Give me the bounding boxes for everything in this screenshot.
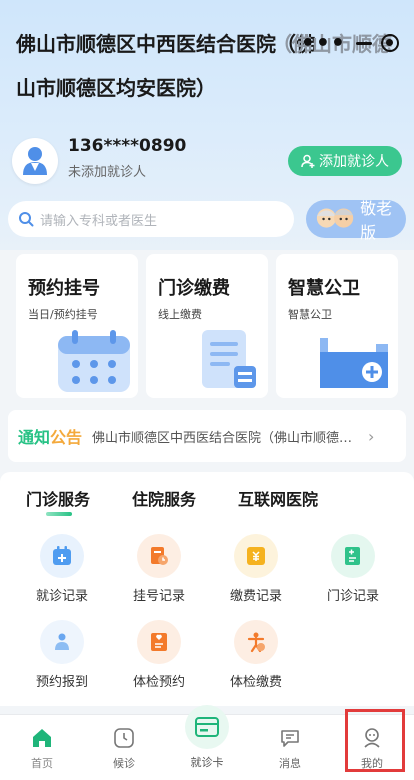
user-avatar-icon [23, 147, 47, 175]
nav-messages[interactable]: 消息 [260, 725, 320, 771]
nav-home[interactable]: 首页 [12, 725, 72, 771]
search-icon [19, 212, 34, 227]
service-exam-payment[interactable]: 体检缴费 [211, 620, 301, 690]
service-payment-records[interactable]: 缴费记录 [211, 534, 301, 604]
calendar-record-icon [40, 534, 84, 578]
public-health-title: 智慧公卫 [288, 278, 360, 299]
service-label: 挂号记录 [132, 589, 185, 604]
checkin-icon [40, 620, 84, 664]
user-phone: 136****0890 [68, 136, 187, 156]
appointment-card[interactable]: 预约挂号 当日/预约挂号 [16, 254, 138, 398]
search-placeholder: 请输入专科或者医生 [40, 213, 158, 229]
nav-medical-card[interactable]: 就诊卡 [180, 705, 234, 770]
more-icon[interactable]: ••• [301, 31, 346, 56]
message-icon [260, 725, 320, 751]
home-icon [12, 725, 72, 751]
nav-queue[interactable]: 候诊 [94, 725, 154, 771]
exam-booking-icon [137, 620, 181, 664]
nav-queue-label: 候诊 [113, 757, 135, 770]
patient-status: 未添加就诊人 [68, 165, 147, 180]
service-label: 门诊记录 [326, 589, 379, 604]
nav-messages-label: 消息 [279, 757, 301, 770]
elder-mode-label: 敬老版 [360, 199, 393, 242]
outpatient-payment-title: 门诊缴费 [158, 278, 230, 299]
tab-outpatient-services[interactable]: 门诊服务 [26, 486, 90, 510]
service-visit-records[interactable]: 就诊记录 [17, 534, 107, 604]
add-person-icon [301, 154, 315, 168]
notice-bar[interactable]: 通知公告 佛山市顺德区中西医结合医院（佛山市顺德区均安医院） › [8, 410, 406, 462]
outpatient-payment-subtitle: 线上缴费 [158, 308, 202, 321]
calendar-icon [58, 330, 130, 392]
public-health-subtitle: 智慧公卫 [288, 308, 332, 321]
add-patient-button[interactable]: 添加就诊人 [288, 146, 402, 176]
highlight-box [345, 709, 405, 772]
services-panel: 门诊服务 住院服务 互联网医院 就诊记录 挂号记录 缴费记录 门诊记录 预约报到 [0, 472, 414, 706]
service-clinic-records[interactable]: 门诊记录 [308, 534, 398, 604]
service-label: 体检预约 [132, 675, 185, 690]
nav-medical-card-label: 就诊卡 [190, 756, 224, 769]
bill-icon [202, 330, 256, 388]
notice-text: 佛山市顺德区中西医结合医院（佛山市顺德区均安医院） [92, 430, 360, 446]
service-label: 缴费记录 [229, 589, 282, 604]
notice-tag-part-1: 通知 [18, 428, 51, 447]
notice-tag-part-2: 公告 [50, 428, 83, 447]
service-register-records[interactable]: 挂号记录 [114, 534, 204, 604]
outpatient-payment-card[interactable]: 门诊缴费 线上缴费 [146, 254, 268, 398]
public-health-card[interactable]: 智慧公卫 智慧公卫 [276, 254, 398, 398]
nav-home-label: 首页 [31, 757, 53, 770]
appointment-subtitle: 当日/预约挂号 [28, 308, 98, 321]
mini-program-capsule: ••• [296, 28, 404, 58]
service-label: 就诊记录 [35, 589, 88, 604]
elderly-couple-icon [316, 208, 354, 228]
add-patient-label: 添加就诊人 [319, 154, 389, 170]
close-target-icon[interactable] [381, 34, 400, 52]
clinic-record-icon [331, 534, 375, 578]
folder-icon [320, 332, 388, 388]
tab-internet-hospital[interactable]: 互联网医院 [238, 486, 318, 510]
appointment-title: 预约挂号 [28, 278, 100, 299]
minimize-icon[interactable] [355, 41, 372, 45]
active-tab-indicator [46, 512, 72, 516]
exam-payment-icon [234, 620, 278, 664]
chevron-right-icon: › [368, 426, 375, 446]
search-input[interactable]: 请输入专科或者医生 [8, 201, 294, 237]
clock-icon [94, 725, 154, 751]
service-label: 体检缴费 [229, 675, 282, 690]
service-exam-booking[interactable]: 体检预约 [114, 620, 204, 690]
medical-card-icon [185, 705, 229, 749]
notice-tag: 通知公告 [18, 424, 82, 448]
tab-inpatient-services[interactable]: 住院服务 [132, 486, 196, 510]
service-label: 预约报到 [35, 675, 88, 690]
service-check-in[interactable]: 预约报到 [17, 620, 107, 690]
elder-mode-button[interactable]: 敬老版 [306, 199, 406, 242]
page-title: 佛山市顺德区中西医结合医院（佛山市顺德区均安医院） [16, 32, 316, 100]
payment-record-icon [234, 534, 278, 578]
register-record-icon [137, 534, 181, 578]
avatar[interactable] [12, 138, 58, 184]
